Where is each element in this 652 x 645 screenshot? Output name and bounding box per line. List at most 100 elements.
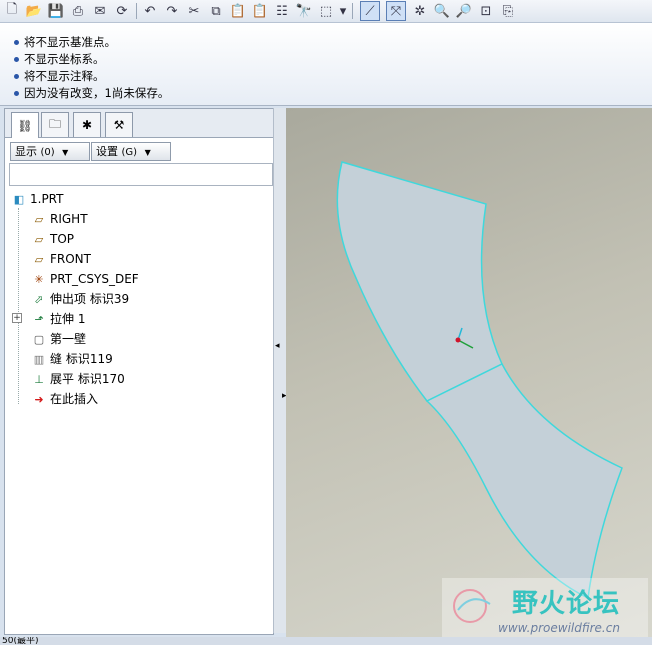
tree-item-insert-here[interactable]: ➜ 在此插入: [32, 389, 98, 409]
flat-pattern-face-lower: [425, 363, 623, 600]
tree-item-protrusion[interactable]: ⬀ 伸出项 标识39: [32, 289, 129, 309]
cut-icon[interactable]: ✂: [184, 1, 204, 21]
datum-axis-icon[interactable]: ⤧: [386, 1, 406, 21]
bullet-icon: [14, 57, 19, 62]
chevron-down-icon: ▼: [144, 148, 151, 157]
main-toolbar: 🗋 📂 💾 ⎙ ✉ ⟳ ↶ ↷ ✂ ⧉ 📋 📋 ☷ 🔭 ⬚ ▾ ⟋ ⤧ ✲ 🔍 …: [0, 0, 652, 23]
watermark-url: www.proewildfire.cn: [498, 621, 620, 635]
tree-item-label: 第一壁: [50, 332, 87, 346]
csys-origin: [455, 337, 461, 343]
tree-item-flatten[interactable]: ⊥ 展平 标识170: [32, 369, 125, 389]
settings-shortcut: (G): [121, 147, 138, 158]
expand-toggle-icon[interactable]: +: [12, 313, 22, 323]
save-view-icon[interactable]: ⎘: [498, 1, 518, 21]
model-geometry: [336, 161, 623, 600]
datum-plane-icon: ▱: [34, 253, 44, 266]
refit-icon[interactable]: ⊡: [476, 1, 496, 21]
message-area: 将不显示基准点。 不显示坐标系。 将不显示注释。 因为没有改变，1尚未保存。: [0, 23, 652, 106]
graphics-viewport[interactable]: [286, 108, 652, 637]
send-icon[interactable]: ✉: [90, 1, 110, 21]
new-file-icon[interactable]: 🗋: [2, 1, 22, 21]
tree-item-label: 展平 标识170: [50, 372, 125, 386]
undo-icon[interactable]: ↶: [140, 1, 160, 21]
tree-item-label: RIGHT: [50, 212, 88, 226]
model-tree-icon[interactable]: ☷: [272, 1, 292, 21]
show-button[interactable]: 显示 (0) ▼: [10, 142, 90, 161]
collapse-left-icon[interactable]: ◂: [275, 341, 280, 351]
tree-item-first-wall[interactable]: ▢ 第一壁: [32, 329, 86, 349]
message-line: 将不显示注释。: [14, 68, 105, 84]
tree-connector-line: [18, 208, 19, 404]
redo-icon[interactable]: ↷: [162, 1, 182, 21]
part-icon: ◧: [13, 193, 25, 206]
show-shortcut: (0): [40, 147, 55, 158]
status-bar: 50(最平): [0, 637, 652, 645]
message-line: 因为没有改变，1尚未保存。: [14, 85, 169, 101]
tree-item-extrude[interactable]: ⬏ 拉伸 1: [32, 309, 85, 329]
message-text: 不显示坐标系。: [24, 52, 105, 66]
flatten-icon: ⊥: [34, 373, 44, 386]
flat-pattern-face-upper: [336, 161, 503, 402]
tab-folder-browser[interactable]: 🗀: [41, 112, 69, 137]
select-box-icon[interactable]: ⬚: [316, 1, 336, 21]
tree-filter-bar[interactable]: [9, 163, 273, 186]
settings-button-label: 设置: [96, 145, 118, 158]
tree-item-top[interactable]: ▱ TOP: [32, 229, 74, 249]
tree-root-label: 1.PRT: [30, 192, 64, 206]
paste-icon[interactable]: 📋: [228, 1, 248, 21]
message-text: 因为没有改变，1尚未保存。: [24, 86, 170, 100]
insert-here-icon: ➜: [34, 393, 44, 406]
datum-display-icon[interactable]: ⟋: [360, 1, 380, 21]
tree-item-label: 伸出项 标识39: [50, 292, 130, 306]
find-icon[interactable]: 🔭: [294, 1, 314, 21]
panel-splitter[interactable]: ◂ ▸: [273, 108, 287, 633]
bullet-icon: [14, 91, 19, 96]
bullet-icon: [14, 40, 19, 45]
extrude-item-icon: ⬀: [34, 293, 44, 306]
tree-item-label: 缝 标识119: [50, 352, 113, 366]
tree-root[interactable]: ◧ 1.PRT: [12, 189, 64, 209]
paste-special-icon[interactable]: 📋: [250, 1, 270, 21]
regenerate-icon[interactable]: ⟳: [112, 1, 132, 21]
message-line: 将不显示基准点。: [14, 34, 116, 50]
tree-item-label: TOP: [50, 232, 75, 246]
extrude-icon: ⬏: [34, 313, 44, 326]
spin-center-icon[interactable]: ✲: [410, 1, 430, 21]
save-icon[interactable]: 💾: [46, 1, 66, 21]
show-button-label: 显示: [15, 145, 37, 158]
open-icon[interactable]: 📂: [24, 1, 44, 21]
zoom-out-icon[interactable]: 🔎: [454, 1, 474, 21]
settings-button[interactable]: 设置 (G) ▼: [91, 142, 171, 161]
message-text: 将不显示注释。: [24, 69, 105, 83]
tree-item-csys[interactable]: ✳ PRT_CSYS_DEF: [32, 269, 139, 289]
watermark-logo-icon: [453, 589, 491, 623]
watermark-title: 野火论坛: [512, 589, 621, 619]
tree-item-label: 拉伸 1: [50, 312, 86, 326]
zoom-in-icon[interactable]: 🔍: [432, 1, 452, 21]
toolbar-separator: [136, 3, 137, 19]
tree-item-right[interactable]: ▱ RIGHT: [32, 209, 88, 229]
tree-item-front[interactable]: ▱ FRONT: [32, 249, 91, 269]
bullet-icon: [14, 74, 19, 79]
message-text: 将不显示基准点。: [24, 35, 116, 49]
status-text: 50(最平): [2, 637, 39, 645]
csys-icon: ✳: [34, 273, 44, 286]
tab-model-tree[interactable]: ⛓: [11, 112, 39, 138]
print-icon[interactable]: ⎙: [68, 1, 88, 21]
navigator-panel: ⛓ 🗀 ✱ ⚒ 显示 (0) ▼ 设置 (G) ▼ ◧ 1.PRT ▱ RIGHT …: [4, 108, 274, 635]
chevron-down-icon: ▼: [62, 148, 69, 157]
dropdown-icon[interactable]: ▾: [338, 1, 348, 21]
datum-plane-icon: ▱: [34, 213, 44, 226]
tab-connections[interactable]: ⚒: [105, 112, 133, 137]
first-wall-icon: ▢: [33, 333, 45, 346]
tree-item-label: 在此插入: [50, 392, 99, 406]
tree-item-label: PRT_CSYS_DEF: [50, 272, 139, 286]
toolbar-separator: [352, 3, 353, 19]
tab-favorites[interactable]: ✱: [73, 112, 101, 137]
message-line: 不显示坐标系。: [14, 51, 105, 67]
datum-plane-icon: ▱: [34, 233, 44, 246]
tree-item-seam[interactable]: ▥ 缝 标识119: [32, 349, 113, 369]
tree-item-label: FRONT: [50, 252, 91, 266]
navigator-tabs: ⛓ 🗀 ✱ ⚒: [5, 109, 273, 138]
copy-icon[interactable]: ⧉: [206, 1, 226, 21]
